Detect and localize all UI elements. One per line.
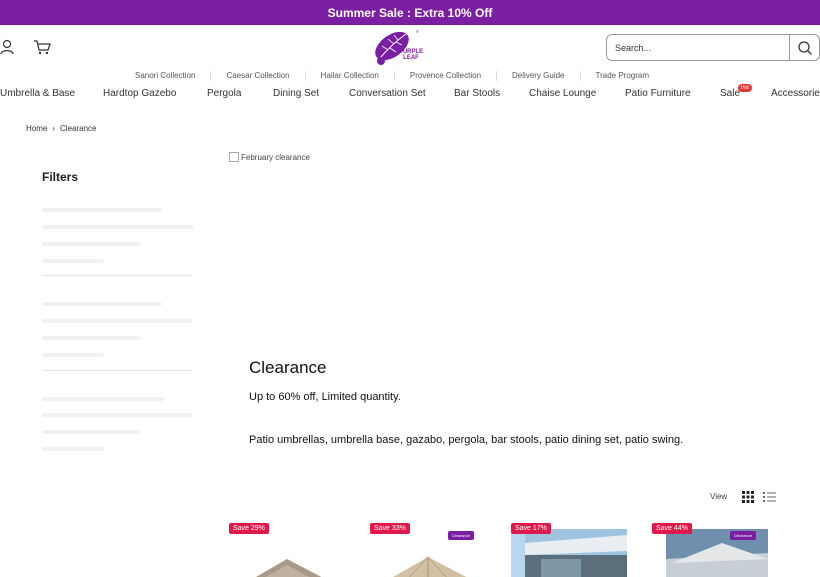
skeleton-line — [42, 319, 192, 323]
svg-text:®: ® — [416, 29, 419, 34]
save-badge: Save 33% — [370, 523, 410, 534]
nav-pergola[interactable]: Pergola — [207, 88, 241, 99]
search-input[interactable] — [615, 40, 785, 56]
skeleton-line — [42, 242, 140, 246]
brand-line2: LEAF — [403, 55, 419, 61]
skeleton-line — [42, 259, 104, 263]
subnav-caesar[interactable]: Caesar Collection — [210, 71, 304, 81]
subnav-sanori[interactable]: Sanori Collection — [120, 71, 210, 81]
product-card[interactable]: Save 33% Clearance — [370, 521, 486, 577]
skeleton-line — [42, 336, 140, 340]
view-label: View — [710, 492, 728, 501]
subnav-trade-program[interactable]: Trade Program — [579, 71, 665, 81]
skeleton-line — [42, 413, 192, 417]
search-box — [606, 34, 820, 61]
nav-sale[interactable]: Sale — [720, 88, 740, 99]
skeleton-line — [42, 353, 104, 357]
skeleton-line — [42, 430, 140, 434]
filter-divider — [42, 275, 192, 276]
subnav-hailar[interactable]: Hailar Collection — [304, 71, 394, 81]
skeleton-line — [42, 447, 104, 451]
banner-alt-text: February clearance — [241, 152, 310, 162]
banner-image: February clearance — [229, 152, 310, 162]
nav-hardtop-gazebo[interactable]: Hardtop Gazebo — [103, 88, 176, 99]
skeleton-line — [42, 208, 162, 212]
page-subtitle: Up to 60% off, Limited quantity. — [249, 391, 401, 403]
nav-chaise-lounge[interactable]: Chaise Lounge — [529, 88, 596, 99]
promo-text: Summer Sale : Extra 10% Off — [327, 5, 493, 20]
nav-umbrella-base[interactable]: Umbrella & Base — [0, 88, 75, 99]
breadcrumb-separator: › — [52, 124, 56, 133]
breadcrumb: Home › Clearance — [26, 124, 96, 133]
save-badge: Save 17% — [511, 523, 551, 534]
search-divider — [789, 35, 790, 60]
product-image[interactable] — [511, 529, 627, 577]
save-badge: Save 29% — [229, 523, 269, 534]
page-description: Patio umbrellas, umbrella base, gazabo, … — [249, 434, 684, 446]
hot-badge: Hot — [738, 84, 752, 92]
page-title: Clearance — [249, 358, 327, 377]
product-card[interactable]: Save 29% — [229, 521, 345, 577]
nav-patio-furniture[interactable]: Patio Furniture — [625, 88, 691, 99]
filter-divider — [42, 370, 192, 371]
subnav-delivery-guide[interactable]: Delivery Guide — [496, 71, 579, 81]
breadcrumb-current: Clearance — [60, 124, 97, 133]
brand-name: PURPLE LEAF — [393, 49, 429, 61]
list-view-icon[interactable] — [763, 491, 776, 503]
breadcrumb-home[interactable]: Home — [26, 124, 47, 133]
clearance-badge: Clearance — [729, 531, 756, 540]
broken-image-icon — [229, 152, 239, 162]
product-image[interactable] — [229, 529, 345, 577]
nav-bar-stools[interactable]: Bar Stools — [454, 88, 500, 99]
nav-accessories[interactable]: Accessories — [771, 88, 820, 99]
product-card[interactable]: Save 44% Clearance — [652, 521, 768, 577]
cart-icon[interactable] — [33, 39, 51, 55]
skeleton-line — [42, 225, 194, 229]
user-icon[interactable] — [0, 39, 14, 55]
nav-conversation-set[interactable]: Conversation Set — [349, 88, 426, 99]
save-badge: Save 44% — [652, 523, 692, 534]
promo-bar[interactable]: Summer Sale : Extra 10% Off — [0, 0, 820, 25]
clearance-badge: Clearance — [447, 531, 474, 540]
subnav-provence[interactable]: Provence Collection — [393, 71, 496, 81]
filters-title: Filters — [42, 170, 79, 184]
skeleton-line — [42, 302, 162, 306]
search-icon[interactable] — [797, 40, 813, 56]
skeleton-line — [42, 397, 164, 401]
sub-navigation: Sanori Collection Caesar Collection Hail… — [120, 70, 664, 82]
nav-dining-set[interactable]: Dining Set — [273, 88, 319, 99]
grid-view-icon[interactable] — [742, 491, 754, 503]
product-card[interactable]: Save 17% — [511, 521, 627, 577]
brand-logo[interactable]: ® — [370, 28, 430, 68]
